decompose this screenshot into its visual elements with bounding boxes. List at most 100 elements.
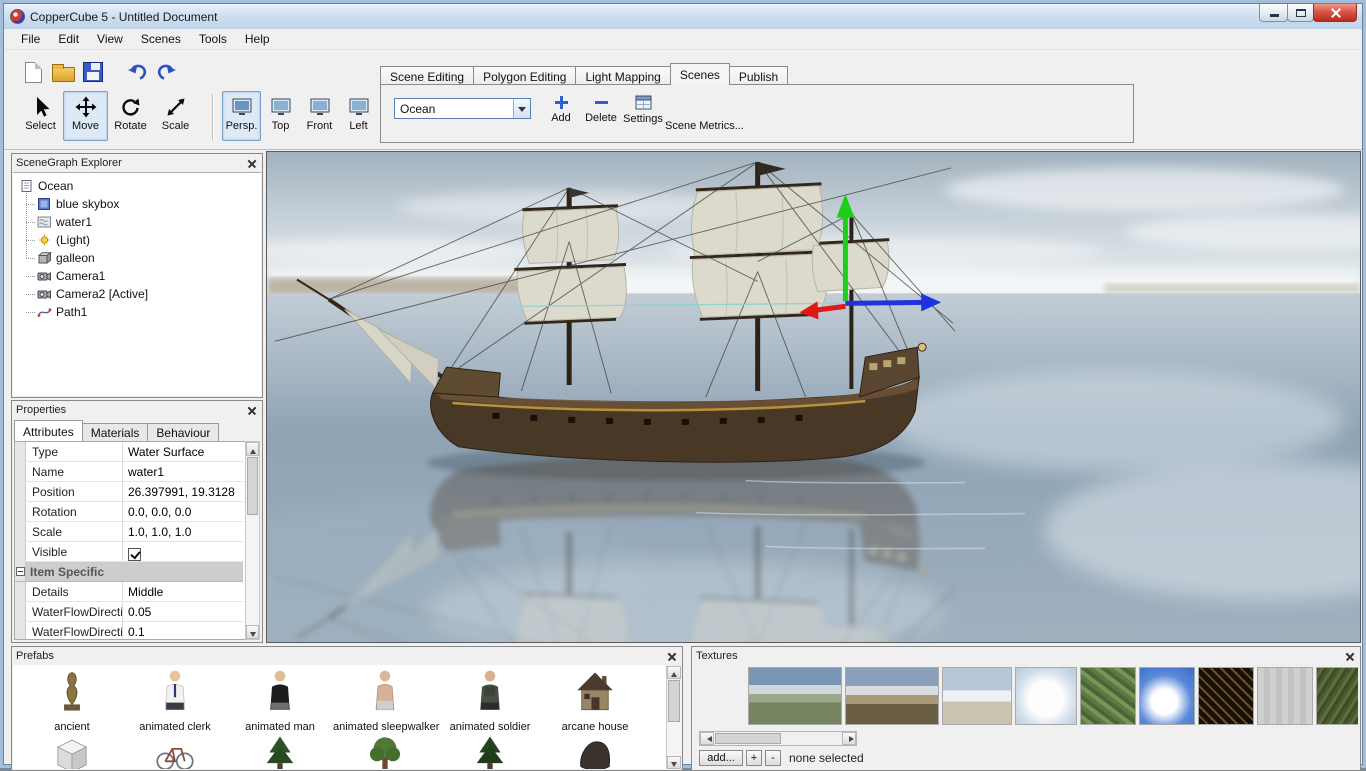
texture-concrete-gray[interactable] [1257, 667, 1313, 725]
scale-tool-button[interactable]: Scale [153, 91, 198, 141]
menu-file[interactable]: File [12, 29, 49, 49]
tree-item-water1[interactable]: water1 [13, 213, 261, 231]
prefab-arcane-house[interactable]: arcane house [543, 669, 647, 733]
scroll-right-icon[interactable] [842, 732, 856, 745]
prefab-animated-soldier[interactable]: animated soldier [438, 669, 542, 733]
tab-scenes[interactable]: Scenes [670, 63, 730, 85]
prefab-item[interactable] [333, 733, 437, 769]
tree-item-galleon[interactable]: galleon [13, 249, 261, 267]
collapse-icon[interactable] [16, 567, 25, 576]
scrollbar-thumb[interactable] [668, 680, 680, 722]
minimize-button[interactable] [1259, 4, 1288, 22]
view-front-button[interactable]: Front [300, 91, 339, 141]
tab-polygon-editing[interactable]: Polygon Editing [473, 66, 576, 85]
scene-settings-button[interactable]: Settings [621, 93, 665, 137]
delete-scene-button[interactable]: Delete [579, 93, 623, 137]
menu-tools[interactable]: Tools [190, 29, 236, 49]
prefabs-list: ancient animated clerk animated man anim… [13, 665, 666, 769]
view-top-button[interactable]: Top [261, 91, 300, 141]
titlebar[interactable]: CopperCube 5 - Untitled Document [4, 4, 1362, 29]
add-texture-button[interactable]: add... [699, 750, 743, 766]
texture-plus-button[interactable]: + [746, 750, 762, 766]
menu-help[interactable]: Help [236, 29, 279, 49]
tab-materials[interactable]: Materials [82, 423, 149, 441]
redo-button[interactable] [152, 57, 182, 87]
prefab-ancient[interactable]: ancient [20, 669, 124, 733]
scene-select[interactable]: Ocean [394, 98, 531, 119]
texture-moss-green[interactable] [1316, 667, 1358, 725]
menu-view[interactable]: View [88, 29, 132, 49]
scroll-up-icon[interactable] [667, 666, 681, 679]
maximize-button[interactable] [1287, 4, 1314, 22]
prefabs-scrollbar[interactable] [666, 666, 681, 769]
texture-terrain-green[interactable] [1080, 667, 1136, 725]
tab-light-mapping[interactable]: Light Mapping [575, 66, 670, 85]
tree-item-ocean[interactable]: Ocean [13, 177, 261, 195]
close-icon[interactable] [665, 650, 678, 663]
scrollbar-thumb[interactable] [715, 733, 781, 744]
scroll-left-icon[interactable] [700, 732, 714, 745]
menu-scenes[interactable]: Scenes [132, 29, 190, 49]
chevron-down-icon[interactable] [513, 99, 530, 118]
add-scene-button[interactable]: Add [539, 93, 583, 137]
undo-button[interactable] [122, 57, 152, 87]
viewport-3d[interactable] [266, 151, 1361, 643]
close-icon[interactable] [1343, 650, 1356, 663]
scroll-down-icon[interactable] [667, 756, 681, 769]
property-value[interactable]: Middle [123, 582, 243, 601]
tab-behaviour[interactable]: Behaviour [147, 423, 219, 441]
prefab-animated-clerk[interactable]: animated clerk [123, 669, 227, 733]
property-value[interactable]: 26.397991, 19.3128 [123, 482, 243, 501]
textures-hscrollbar[interactable] [699, 731, 857, 746]
tree-item-light[interactable]: (Light) [13, 231, 261, 249]
prefab-animated-sleepwalker[interactable]: animated sleepwalker [333, 669, 437, 733]
close-button[interactable] [1313, 4, 1357, 22]
view-persp-button[interactable]: Persp. [222, 91, 261, 141]
menu-edit[interactable]: Edit [49, 29, 88, 49]
texture-sky-panorama-light[interactable] [942, 667, 1012, 725]
scene-metrics-button[interactable]: Scene Metrics... [665, 120, 744, 132]
texture-blue-sky-cloud[interactable] [1139, 667, 1195, 725]
prefab-item[interactable] [543, 733, 647, 769]
properties-scrollbar[interactable] [245, 441, 260, 640]
tab-attributes[interactable]: Attributes [14, 420, 83, 441]
prefab-label: animated clerk [123, 721, 227, 733]
texture-clouds[interactable] [1015, 667, 1077, 725]
tab-publish[interactable]: Publish [729, 66, 788, 85]
prefab-animated-man[interactable]: animated man [228, 669, 332, 733]
view-left-button[interactable]: Left [339, 91, 378, 141]
close-icon[interactable] [245, 157, 258, 170]
texture-sky-panorama-1[interactable] [748, 667, 842, 725]
tree-item-camera1[interactable]: Camera1 [13, 267, 261, 285]
scroll-down-icon[interactable] [246, 625, 259, 639]
tab-scene-editing[interactable]: Scene Editing [380, 66, 474, 85]
property-value[interactable]: water1 [123, 462, 243, 481]
property-value[interactable]: 1.0, 1.0, 1.0 [123, 522, 243, 541]
texture-minus-button[interactable]: - [765, 750, 781, 766]
property-value[interactable]: 0.05 [123, 602, 243, 621]
new-document-button[interactable] [18, 57, 48, 87]
move-tool-button[interactable]: Move [63, 91, 108, 141]
tree-item-camera2-active[interactable]: Camera2 [Active] [13, 285, 261, 303]
save-button[interactable] [78, 57, 108, 87]
select-tool-button[interactable]: Select [18, 91, 63, 141]
tree-item-blue-skybox[interactable]: blue skybox [13, 195, 261, 213]
prefab-item[interactable] [123, 733, 227, 769]
property-value[interactable]: Water Surface [123, 442, 243, 461]
scrollbar-thumb[interactable] [247, 457, 258, 515]
property-value[interactable]: 0.1 [123, 622, 243, 640]
prefab-item[interactable] [228, 733, 332, 769]
properties-grid: TypeWater Surface Namewater1 Position26.… [14, 441, 260, 640]
prefab-item[interactable] [20, 733, 124, 769]
open-button[interactable] [48, 57, 78, 87]
prefab-item[interactable] [438, 733, 542, 769]
rotate-tool-button[interactable]: Rotate [108, 91, 153, 141]
tree-item-path1[interactable]: Path1 [13, 303, 261, 321]
property-value[interactable]: 0.0, 0.0, 0.0 [123, 502, 243, 521]
visible-checkbox[interactable] [128, 548, 141, 561]
texture-ornate-lattice[interactable] [1198, 667, 1254, 725]
close-icon[interactable] [245, 404, 258, 417]
scroll-up-icon[interactable] [246, 442, 259, 456]
gizmo-z-axis[interactable] [845, 302, 923, 303]
texture-sky-panorama-2[interactable] [845, 667, 939, 725]
